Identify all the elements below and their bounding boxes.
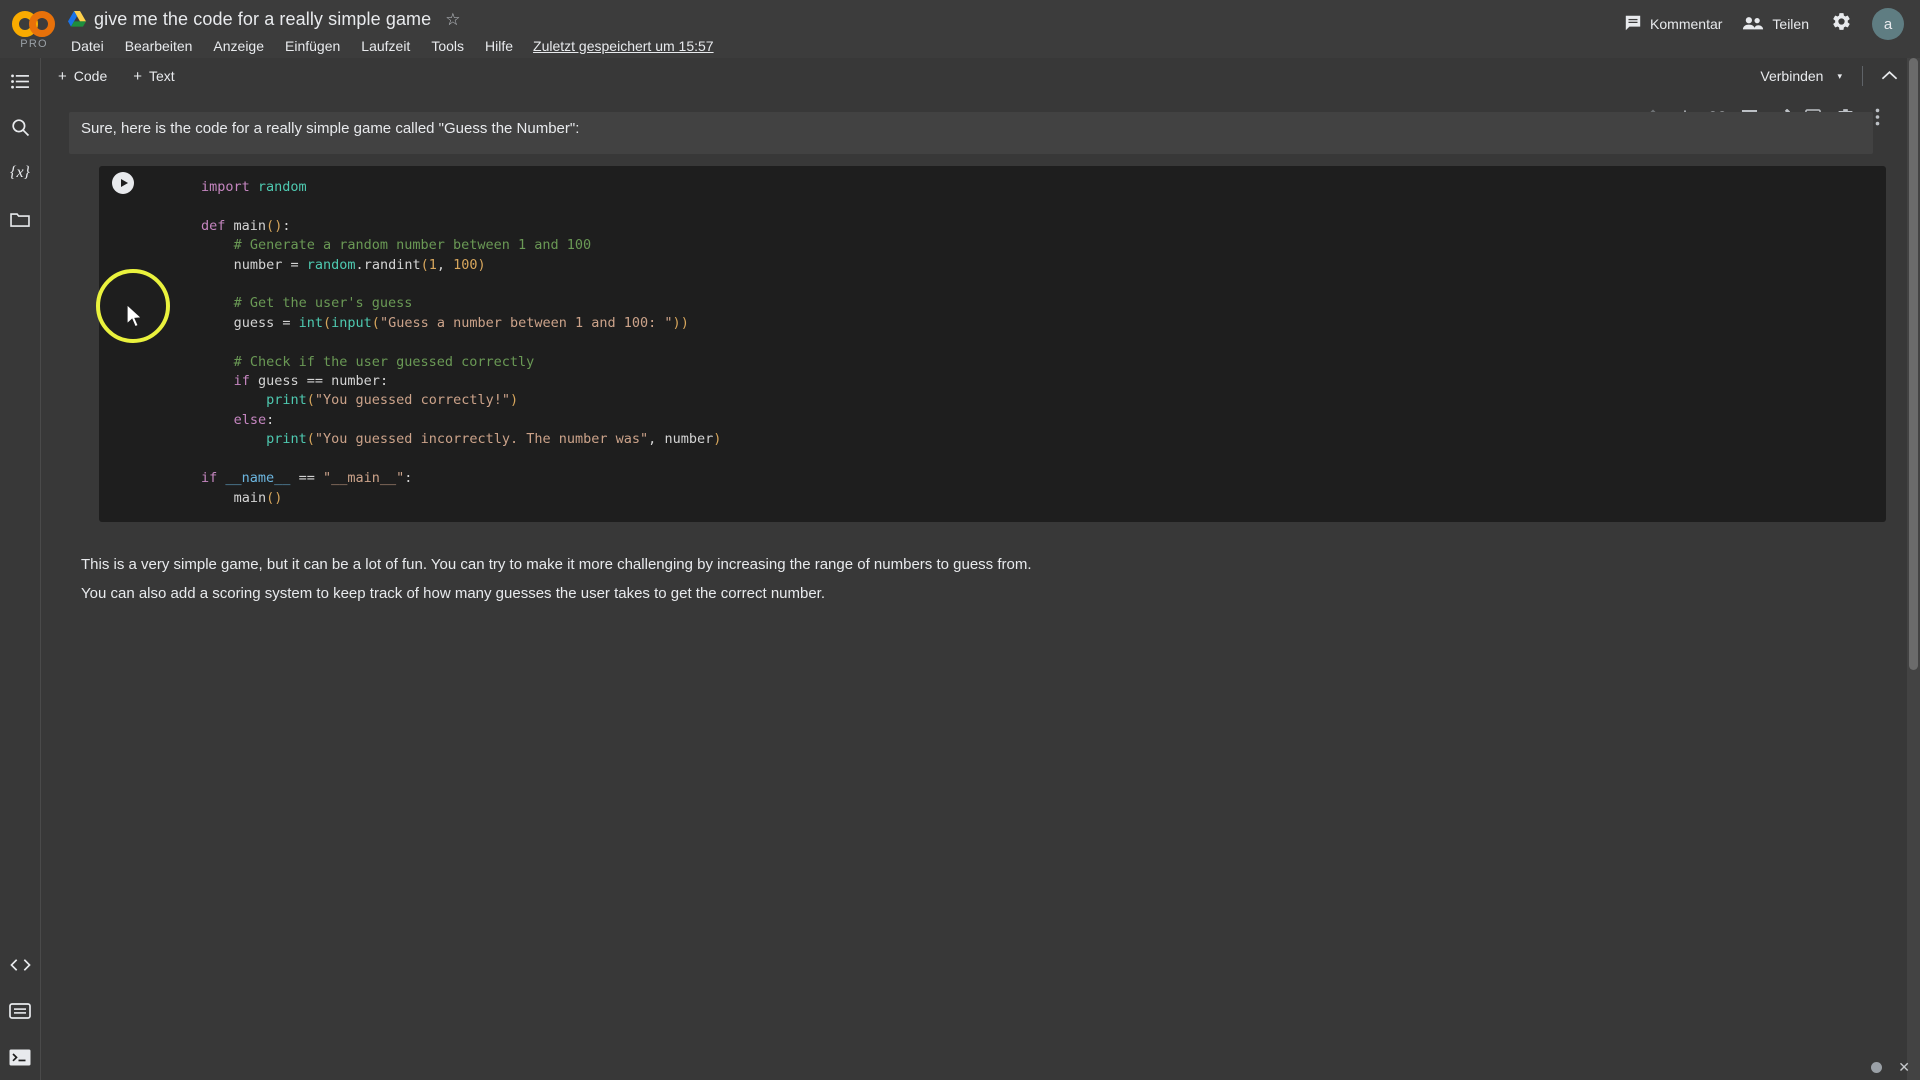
- menu-item-einfuegen[interactable]: Einfügen: [283, 37, 342, 55]
- star-icon[interactable]: ☆: [445, 11, 460, 28]
- code-editor[interactable]: import random def main(): # Generate a r…: [99, 178, 1886, 508]
- comment-button[interactable]: Kommentar: [1614, 8, 1732, 41]
- menu-item-bearbeiten[interactable]: Bearbeiten: [123, 37, 195, 55]
- notebook-body: Sure, here is the code for a really simp…: [41, 94, 1908, 1080]
- collapse-toolbar-button[interactable]: [1873, 65, 1906, 88]
- markdown-cell-intro[interactable]: Sure, here is the code for a really simp…: [69, 112, 1873, 154]
- connect-button-label: Verbinden: [1760, 68, 1824, 84]
- menu-item-hilfe[interactable]: Hilfe: [483, 37, 515, 55]
- table-of-contents-icon[interactable]: [0, 58, 40, 104]
- people-icon: [1742, 15, 1764, 34]
- menu-item-anzeige[interactable]: Anzeige: [211, 37, 266, 55]
- title-row: give me the code for a really simple gam…: [68, 5, 1614, 33]
- app-header: PRO give me the code for a really simple…: [0, 0, 1920, 58]
- menu-item-laufzeit[interactable]: Laufzeit: [359, 37, 412, 55]
- share-button-label: Teilen: [1772, 16, 1809, 32]
- chevron-down-icon: ▾: [1837, 70, 1842, 81]
- notebook-toolbar: + Code + Text Verbinden ▾: [0, 58, 1920, 94]
- gear-icon: [1831, 13, 1852, 36]
- menu-item-datei[interactable]: Datei: [69, 37, 106, 55]
- comment-button-label: Kommentar: [1650, 16, 1723, 32]
- plus-icon: +: [133, 67, 142, 85]
- left-rail: {x}: [0, 58, 40, 1080]
- files-folder-icon[interactable]: [0, 196, 40, 242]
- resource-status-dot[interactable]: [1871, 1061, 1883, 1073]
- connect-button[interactable]: Verbinden ▾: [1752, 64, 1850, 88]
- logo-ring-o: [29, 10, 55, 37]
- add-text-cell-button[interactable]: + Text: [127, 65, 180, 88]
- toolbar-divider: [1862, 66, 1863, 86]
- menu-bar: Datei Bearbeiten Anzeige Einfügen Laufze…: [68, 34, 1614, 58]
- code-cell[interactable]: import random def main(): # Generate a r…: [99, 166, 1886, 522]
- chevron-up-icon: [1881, 70, 1898, 79]
- search-icon[interactable]: [0, 104, 40, 150]
- settings-button[interactable]: [1823, 5, 1860, 43]
- vertical-scrollbar[interactable]: [1907, 58, 1920, 1080]
- variables-icon[interactable]: {x}: [0, 150, 40, 196]
- colab-logo[interactable]: PRO: [0, 0, 68, 58]
- title-and-menu-area: give me the code for a really simple gam…: [68, 0, 1614, 58]
- colab-pro-badge: PRO: [20, 37, 48, 50]
- command-palette-icon[interactable]: [0, 988, 40, 1034]
- outro-paragraph-2: You can also add a scoring system to kee…: [81, 585, 826, 602]
- add-code-cell-button[interactable]: + Code: [52, 65, 113, 88]
- share-button[interactable]: Teilen: [1732, 9, 1819, 40]
- code-cell-gutter: [99, 166, 155, 522]
- markdown-cell-outro[interactable]: This is a very simple game, but it can b…: [69, 544, 1873, 622]
- menu-item-tools[interactable]: Tools: [429, 37, 466, 55]
- close-icon[interactable]: ✕: [1898, 1060, 1910, 1074]
- notebook-title[interactable]: give me the code for a really simple gam…: [94, 9, 431, 30]
- last-saved-link[interactable]: Zuletzt gespeichert um 15:57: [533, 38, 714, 54]
- avatar[interactable]: a: [1872, 8, 1904, 40]
- google-drive-icon: [68, 11, 86, 27]
- scrollbar-thumb[interactable]: [1909, 58, 1918, 670]
- add-code-cell-label: Code: [73, 68, 108, 84]
- toolbar-left-group: + Code + Text: [52, 65, 195, 88]
- colab-logo-mark: [12, 10, 56, 37]
- toolbar-right-group: Verbinden ▾: [1752, 64, 1920, 88]
- comment-icon: [1624, 14, 1642, 35]
- add-text-cell-label: Text: [149, 68, 175, 84]
- outro-paragraph-1: This is a very simple game, but it can b…: [81, 556, 1032, 573]
- header-actions: Kommentar Teilen a: [1614, 0, 1920, 48]
- intro-paragraph: Sure, here is the code for a really simp…: [81, 120, 580, 137]
- run-cell-button[interactable]: [112, 172, 134, 194]
- plus-icon: +: [58, 67, 67, 85]
- bottom-status-bar: ✕: [1871, 1060, 1910, 1074]
- code-snippets-icon[interactable]: [0, 942, 40, 988]
- play-icon: [120, 179, 128, 187]
- terminal-icon[interactable]: [0, 1034, 40, 1080]
